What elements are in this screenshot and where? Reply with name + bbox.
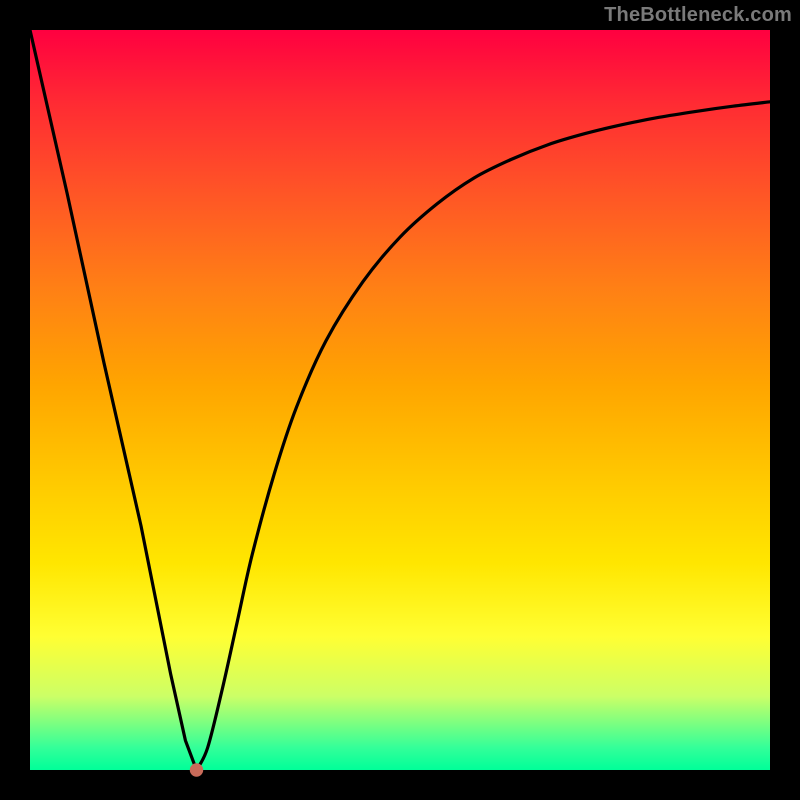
- chart-svg: [30, 30, 770, 770]
- watermark-text: TheBottleneck.com: [604, 4, 792, 27]
- optimum-dot: [190, 763, 203, 776]
- bottleneck-curve: [30, 30, 770, 770]
- chart-frame: [30, 30, 770, 770]
